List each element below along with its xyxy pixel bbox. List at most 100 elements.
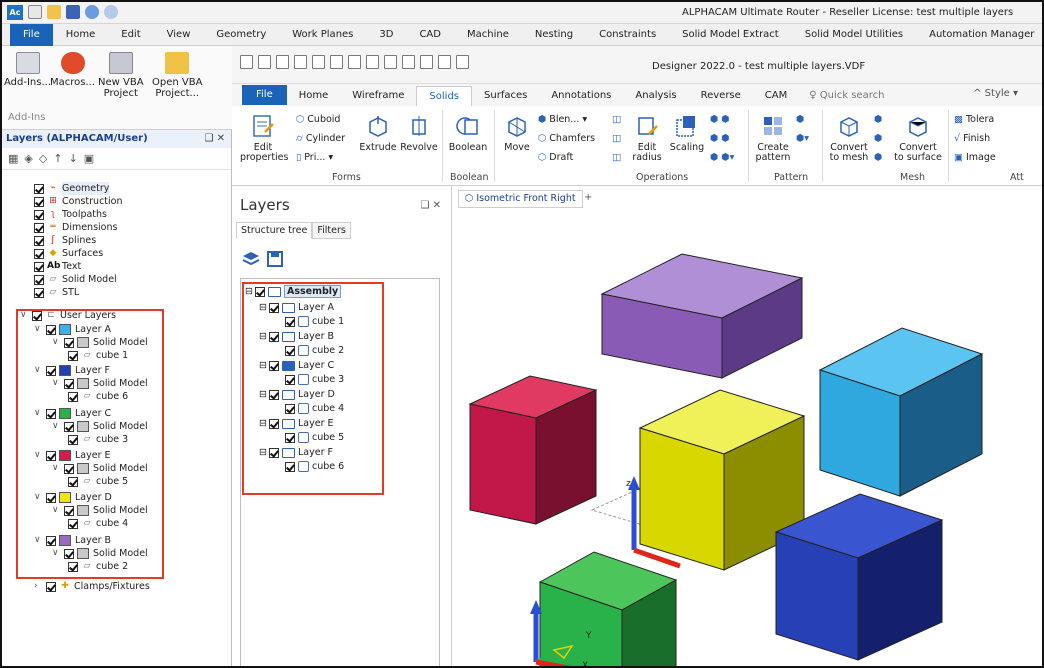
- cube-light-blue[interactable]: [818, 327, 984, 497]
- menu-tab-geometry[interactable]: Geometry: [203, 29, 279, 40]
- blend-button[interactable]: ⬢ Blen... ▾: [538, 114, 587, 125]
- tree-item-construction[interactable]: ⊞ Construction: [34, 195, 123, 208]
- designer-layers-pin-close[interactable]: ❑ ✕: [420, 200, 441, 211]
- designer-tab-reverse[interactable]: Reverse: [689, 86, 753, 106]
- menu-tab-view[interactable]: View: [154, 29, 204, 40]
- pattern-extra-2[interactable]: ⬢▾: [796, 133, 809, 144]
- ops-extra-1[interactable]: ⬢ ⬢: [710, 114, 730, 125]
- save-as-icon[interactable]: [294, 55, 307, 69]
- menu-tab-file[interactable]: File: [10, 23, 53, 46]
- style-menu[interactable]: ^ Style ▾: [973, 88, 1018, 99]
- menu-tab-3d[interactable]: 3D: [366, 29, 406, 40]
- save-layers-icon[interactable]: [266, 250, 284, 268]
- move-button[interactable]: Move: [500, 114, 534, 153]
- checkbox[interactable]: [34, 196, 44, 207]
- designer-tab-file[interactable]: File: [242, 85, 287, 105]
- menu-tab-cad[interactable]: CAD: [406, 29, 454, 40]
- layer-tool-icon-6[interactable]: ▣: [84, 152, 94, 165]
- layer-tool-icon-2[interactable]: ◈: [24, 152, 32, 165]
- mesh-extra[interactable]: ⬢: [874, 114, 882, 125]
- redo-icon[interactable]: [420, 55, 433, 69]
- tree-item-text[interactable]: Ab Text: [34, 260, 81, 273]
- tree-item-geometry[interactable]: ⌁ Geometry: [34, 182, 110, 195]
- edit-radius-button[interactable]: Edit radius: [630, 114, 664, 163]
- cube-purple[interactable]: [600, 253, 804, 379]
- menu-tab-machine[interactable]: Machine: [454, 29, 522, 40]
- macros-button[interactable]: Macros...: [50, 52, 95, 88]
- collapse-arrow-icon[interactable]: ›: [34, 580, 44, 593]
- open-folder-icon[interactable]: [47, 5, 61, 19]
- layer-tool-icon-3[interactable]: ◇: [39, 152, 47, 165]
- cylinder-button[interactable]: ⌭ Cylinder: [296, 133, 345, 144]
- designer-tab-annotations[interactable]: Annotations: [539, 86, 623, 106]
- extrude-button[interactable]: Extrude: [356, 114, 400, 153]
- paste-icon[interactable]: [384, 55, 397, 69]
- boolean-button[interactable]: Boolean: [446, 114, 490, 153]
- tab-structure-tree[interactable]: Structure tree: [236, 222, 313, 239]
- checkbox[interactable]: [34, 222, 44, 233]
- cube-red[interactable]: [468, 375, 598, 525]
- edit-properties-button[interactable]: Edit properties: [240, 114, 288, 163]
- tree-item-stl[interactable]: ▱ STL: [34, 286, 79, 299]
- mesh-extra-2[interactable]: ⬢: [874, 133, 882, 144]
- scaling-button[interactable]: Scaling: [668, 114, 706, 153]
- tree-item-surfaces[interactable]: ◆ Surfaces: [34, 247, 103, 260]
- designer-tab-home[interactable]: Home: [287, 86, 341, 106]
- chamfers-button[interactable]: ⬡ Chamfers: [538, 133, 595, 144]
- new-view-tab-button[interactable]: +: [584, 192, 592, 203]
- checkbox[interactable]: [34, 209, 44, 220]
- new-file-icon[interactable]: [28, 5, 42, 19]
- add-ins-button[interactable]: Add-Ins...: [4, 52, 51, 88]
- draft-button[interactable]: ⬡ Draft: [538, 152, 573, 163]
- designer-tab-solids[interactable]: Solids: [416, 86, 473, 106]
- undo-icon[interactable]: [85, 5, 99, 19]
- tree-item-clamps-fixtures[interactable]: › ✚ Clamps/Fixtures: [34, 580, 150, 593]
- move-down-icon[interactable]: ↓: [69, 152, 78, 165]
- new-icon[interactable]: [240, 55, 253, 69]
- designer-tab-analysis[interactable]: Analysis: [623, 86, 688, 106]
- finish-button[interactable]: √ Finish: [954, 133, 990, 144]
- quick-search[interactable]: ♀ Quick search: [799, 86, 894, 106]
- revolve-button[interactable]: Revolve: [398, 114, 440, 153]
- checkbox[interactable]: [34, 261, 44, 272]
- designer-tab-wireframe[interactable]: Wireframe: [340, 86, 416, 106]
- tree-item-dimensions[interactable]: ═ Dimensions: [34, 221, 117, 234]
- menu-tab-solid-model-extract[interactable]: Solid Model Extract: [669, 29, 792, 40]
- convert-to-mesh-button[interactable]: Convert to mesh: [828, 114, 870, 163]
- checkbox[interactable]: [34, 274, 44, 285]
- tree-item-splines[interactable]: ʃ Splines: [34, 234, 96, 247]
- convert-to-surface-button[interactable]: Convert to surface: [892, 114, 944, 163]
- image-button[interactable]: ▣ Image: [954, 152, 996, 163]
- cut-icon[interactable]: [348, 55, 361, 69]
- menu-tab-edit[interactable]: Edit: [108, 29, 153, 40]
- ops-icon-col-2[interactable]: ◫: [612, 133, 621, 144]
- copy-icon[interactable]: [366, 55, 379, 69]
- cuboid-button[interactable]: ⬡ Cuboid: [296, 114, 340, 125]
- save-icon[interactable]: [66, 5, 80, 19]
- menu-tab-solid-model-utilities[interactable]: Solid Model Utilities: [792, 29, 916, 40]
- pattern-extra[interactable]: ⬢: [796, 114, 804, 125]
- layer-tool-icon-1[interactable]: ▦: [8, 152, 18, 165]
- ops-extra-2[interactable]: ⬢ ⬢: [710, 133, 730, 144]
- save-icon[interactable]: [276, 55, 289, 69]
- props-icon[interactable]: [330, 55, 343, 69]
- open-icon[interactable]: [258, 55, 271, 69]
- undo-icon[interactable]: [402, 55, 415, 69]
- pin-close-icons[interactable]: ❑ ✕: [204, 133, 225, 144]
- checkbox[interactable]: [34, 183, 44, 194]
- ops-extra-3[interactable]: ⬢ ⬢▾: [710, 152, 734, 163]
- checkbox[interactable]: [46, 581, 56, 592]
- menu-tab-constraints[interactable]: Constraints: [586, 29, 669, 40]
- tree-item-toolpaths[interactable]: ʅ Toolpaths: [34, 208, 107, 221]
- menu-tab-work-planes[interactable]: Work Planes: [279, 29, 366, 40]
- ops-icon-col-3[interactable]: ◫: [612, 152, 621, 163]
- layers-stack-icon[interactable]: [242, 250, 260, 268]
- viewport-canvas[interactable]: z Y X: [454, 210, 1044, 668]
- customize-icon[interactable]: [456, 55, 469, 69]
- designer-tab-surfaces[interactable]: Surfaces: [472, 86, 539, 106]
- designer-tab-cam[interactable]: CAM: [753, 86, 799, 106]
- checkbox[interactable]: [34, 248, 44, 259]
- move-up-icon[interactable]: ↑: [53, 152, 62, 165]
- 3d-viewport[interactable]: z Y X: [454, 210, 1044, 668]
- view-tab-isometric[interactable]: ⬡ Isometric Front Right: [458, 190, 583, 208]
